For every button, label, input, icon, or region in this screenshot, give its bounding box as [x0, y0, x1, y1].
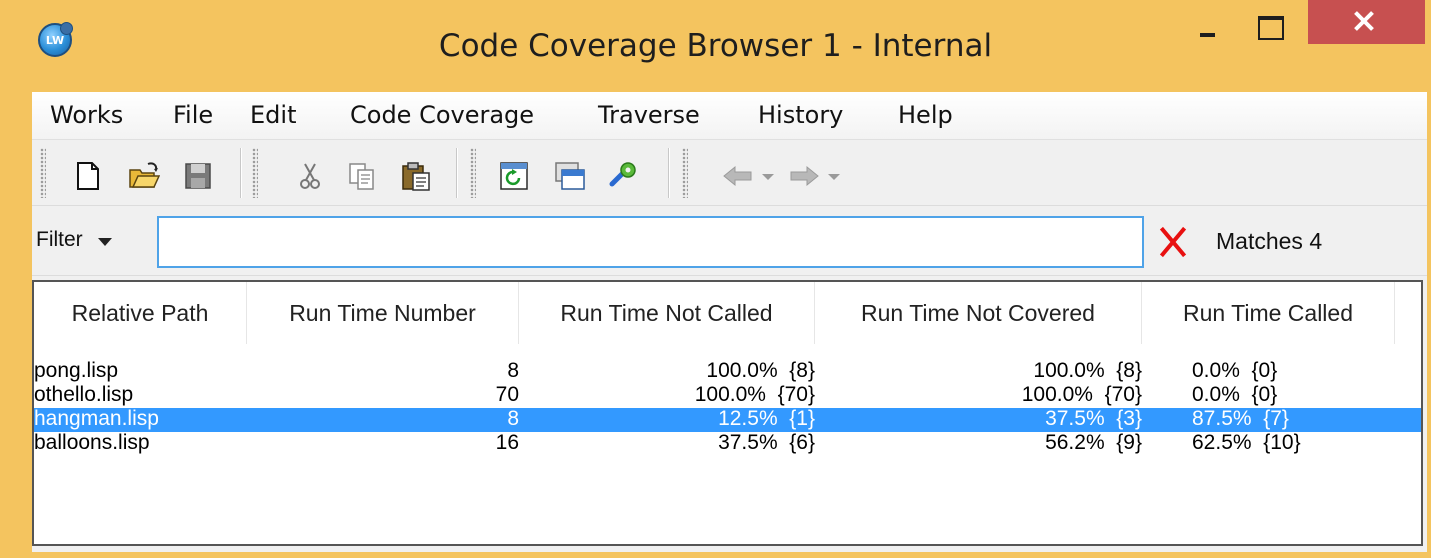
new-file-icon[interactable] — [72, 160, 104, 192]
close-button[interactable] — [1308, 0, 1425, 44]
column-header-run-time-called[interactable]: Run Time Called — [1142, 282, 1395, 344]
column-header-run-time-not-covered[interactable]: Run Time Not Covered — [815, 282, 1142, 344]
menu-bar: Works File Edit Code Coverage Traverse H… — [32, 92, 1427, 140]
maximize-button[interactable] — [1244, 0, 1294, 44]
menu-file[interactable]: File — [173, 101, 213, 129]
cell-relative-path: pong.lisp — [34, 359, 119, 382]
toolbar-separator — [668, 148, 670, 198]
cell-relative-path: othello.lisp — [34, 383, 134, 406]
refresh-icon[interactable] — [498, 160, 530, 192]
column-header-run-time-number[interactable]: Run Time Number — [247, 282, 519, 344]
table-header: Relative Path Run Time Number Run Time N… — [34, 282, 1421, 344]
menu-edit[interactable]: Edit — [250, 101, 296, 129]
chevron-down-icon[interactable] — [98, 238, 112, 246]
cell-relative-path: balloons.lisp — [34, 431, 150, 454]
cell-run-time-not-called: 100.0% {70} — [694, 383, 815, 406]
cell-relative-path: hangman.lisp — [34, 407, 159, 430]
toolbar-separator — [240, 148, 242, 198]
toolbar-separator — [456, 148, 458, 198]
matches-count: Matches 4 — [1216, 228, 1323, 254]
cell-run-time-not-called: 37.5% {6} — [718, 431, 815, 454]
toolbar-grip[interactable] — [40, 148, 46, 198]
table-row[interactable]: balloons.lisp 16 37.5% {6} 56.2% {9} 62.… — [34, 431, 1421, 456]
title-bar[interactable]: LW Code Coverage Browser 1 - Internal — [0, 0, 1431, 92]
cell-run-time-number: 8 — [507, 407, 519, 430]
clear-filter-icon[interactable] — [1157, 226, 1189, 258]
cut-icon[interactable] — [294, 160, 326, 192]
cell-run-time-number: 8 — [507, 359, 519, 382]
table-row[interactable]: pong.lisp 8 100.0% {8} 100.0% {8} 0.0% {… — [34, 359, 1421, 384]
column-header-relative-path[interactable]: Relative Path — [34, 282, 247, 344]
toolbar — [32, 140, 1427, 206]
browse-window-icon[interactable] — [554, 160, 586, 192]
minimize-button[interactable] — [1180, 0, 1230, 44]
cell-run-time-called: 62.5% {10} — [1192, 431, 1301, 454]
cell-run-time-not-covered: 100.0% {8} — [1033, 359, 1142, 382]
cell-run-time-not-covered: 56.2% {9} — [1045, 431, 1142, 454]
menu-history[interactable]: History — [758, 101, 843, 129]
cell-run-time-called: 0.0% {0} — [1192, 359, 1278, 382]
cell-run-time-number: 16 — [495, 431, 519, 454]
back-arrow-icon[interactable] — [722, 160, 754, 192]
client-area: Works File Edit Code Coverage Traverse H… — [32, 92, 1427, 552]
coverage-table[interactable]: Relative Path Run Time Number Run Time N… — [32, 280, 1423, 546]
table-row[interactable]: othello.lisp 70 100.0% {70} 100.0% {70} … — [34, 383, 1421, 408]
forward-arrow-icon[interactable] — [788, 160, 820, 192]
cell-run-time-not-covered: 37.5% {3} — [1045, 407, 1142, 430]
paste-icon[interactable] — [400, 160, 432, 192]
toolbar-grip[interactable] — [682, 148, 688, 198]
column-header-run-time-not-called[interactable]: Run Time Not Called — [519, 282, 815, 344]
menu-works[interactable]: Works — [50, 101, 123, 129]
table-row-selected[interactable]: hangman.lisp 8 12.5% {1} 37.5% {3} 87.5%… — [34, 407, 1421, 432]
filter-input[interactable] — [157, 216, 1144, 268]
cell-run-time-not-covered: 100.0% {70} — [1021, 383, 1142, 406]
forward-dropdown-icon[interactable] — [824, 160, 844, 192]
cell-run-time-not-called: 100.0% {8} — [706, 359, 815, 382]
copy-icon[interactable] — [346, 160, 378, 192]
menu-code-coverage[interactable]: Code Coverage — [350, 101, 534, 129]
back-dropdown-icon[interactable] — [758, 160, 778, 192]
cell-run-time-not-called: 12.5% {1} — [718, 407, 815, 430]
cell-run-time-called: 87.5% {7} — [1192, 407, 1289, 430]
cell-run-time-called: 0.0% {0} — [1192, 383, 1278, 406]
cell-run-time-number: 70 — [495, 383, 519, 406]
open-folder-icon[interactable] — [128, 160, 160, 192]
toolbar-grip[interactable] — [252, 148, 258, 198]
app-window: LW Code Coverage Browser 1 - Internal Wo… — [0, 0, 1431, 558]
filter-label[interactable]: Filter — [36, 228, 83, 252]
filter-bar: Filter Matches 4 — [32, 206, 1427, 276]
save-icon[interactable] — [182, 160, 214, 192]
toolbar-grip[interactable] — [470, 148, 476, 198]
menu-traverse[interactable]: Traverse — [598, 101, 700, 129]
tool-icon[interactable] — [608, 160, 640, 192]
menu-help[interactable]: Help — [898, 101, 953, 129]
